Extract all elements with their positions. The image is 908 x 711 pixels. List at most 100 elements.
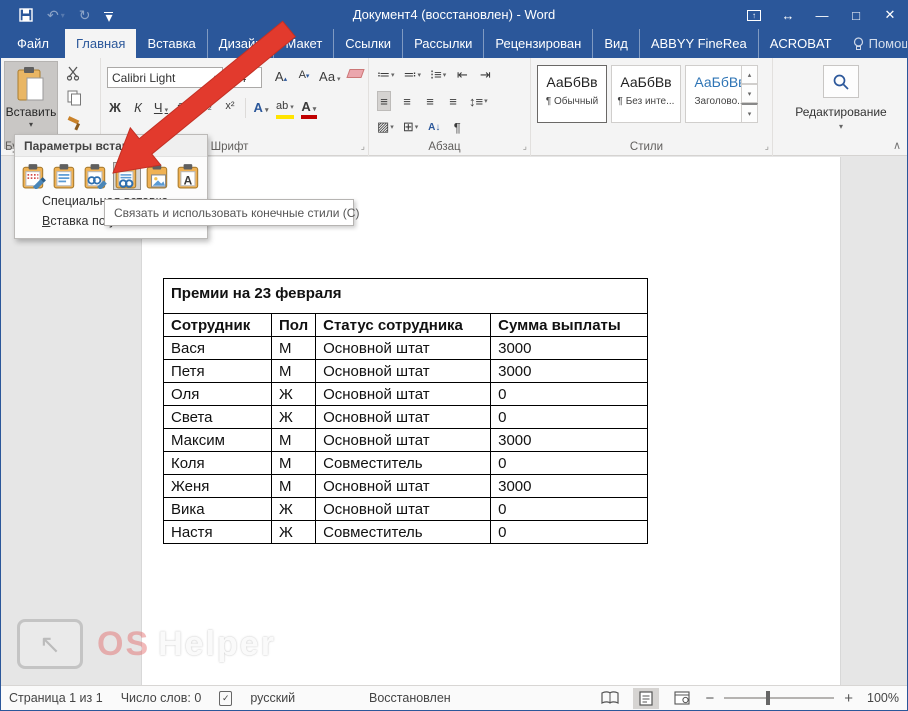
paragraph-group-label: Абзац [369, 141, 520, 153]
font-dialog-launcher[interactable]: ⌟ [361, 141, 365, 152]
clear-formatting-icon[interactable] [348, 66, 364, 88]
justify-icon[interactable]: ≡ [446, 91, 460, 111]
tab-вид[interactable]: Вид [592, 29, 639, 58]
italic-icon[interactable]: К [130, 97, 146, 119]
status-page-number[interactable]: Страница 1 из 1 [9, 691, 103, 705]
status-word-count[interactable]: Число слов: 0 [121, 691, 202, 705]
pilcrow-icon[interactable]: ¶ [450, 117, 464, 137]
tab-файл[interactable]: Файл [1, 29, 65, 58]
tab-главная[interactable]: Главная [65, 29, 136, 58]
table-header-cell: Статус сотрудника [316, 314, 491, 337]
style-no-spacing[interactable]: АаБбВв ¶ Без инте... [611, 65, 681, 123]
copy-icon[interactable] [63, 89, 85, 107]
paste-link-keep-source-formatting-icon[interactable] [82, 162, 110, 190]
table-cell: Основной штат [316, 360, 491, 383]
borders-icon[interactable]: ⊞▾ [403, 117, 418, 137]
tab-макет[interactable]: Макет [273, 29, 333, 58]
multilevel-list-icon[interactable]: ⁝≡▾ [430, 65, 446, 85]
maximize-icon[interactable]: □ [839, 1, 873, 29]
resize-icon[interactable]: ↔ [771, 1, 805, 29]
underline-icon[interactable]: Ч▾ [153, 97, 169, 119]
shading-icon[interactable]: ▨▾ [377, 117, 394, 137]
superscript-icon[interactable]: x² [222, 97, 238, 119]
tab-abbyy-finerea[interactable]: ABBYY FineRea [639, 29, 758, 58]
align-center-icon[interactable]: ≡ [400, 91, 414, 111]
watermark: ↖ OS Helper [17, 619, 276, 669]
bonus-table[interactable]: Премии на 23 февраля СотрудникПолСтатус … [163, 278, 648, 544]
sort-icon[interactable]: А↓ [427, 117, 441, 137]
line-spacing-icon[interactable]: ↕≡▾ [469, 91, 488, 111]
tab-ссылки[interactable]: Ссылки [333, 29, 402, 58]
print-layout-icon[interactable] [633, 688, 659, 709]
strikethrough-icon[interactable]: ab [176, 97, 192, 119]
tab-рецензирован[interactable]: Рецензирован [483, 29, 592, 58]
table-cell: Ж [272, 406, 316, 429]
style-normal[interactable]: АаБбВв ¶ Обычный [537, 65, 607, 123]
ribbon-tab-row: ФайлГлавнаяВставкаДизайнМакетСсылкиРассы… [1, 29, 907, 58]
font-name-combo[interactable]: Calibri Light▾ [107, 67, 223, 88]
status-recovered[interactable]: Восстановлен [369, 691, 451, 705]
close-icon[interactable]: ✕ [873, 1, 907, 29]
zoom-out-icon[interactable]: − [705, 690, 714, 707]
word-window: ↶▾ ↻ ▾ Документ4 (восстановлен) - Word ↑… [0, 0, 908, 711]
table-row: ВикаЖОсновной штат0 [164, 498, 648, 521]
editing-group-label[interactable]: Редактирование [773, 105, 908, 119]
table-cell: Основной штат [316, 337, 491, 360]
highlight-color-icon[interactable]: ab▾ [276, 97, 294, 119]
paragraph-dialog-launcher[interactable]: ⌟ [523, 141, 527, 152]
tab-help[interactable]: Помощн [843, 29, 908, 58]
styles-scroll-up-icon[interactable]: ▴ [741, 65, 758, 84]
lightbulb-icon [853, 37, 864, 51]
bullets-icon[interactable]: ≔▾ [377, 65, 395, 85]
tab-рассылки[interactable]: Рассылки [402, 29, 483, 58]
subscript-icon[interactable]: x₂ [199, 97, 215, 119]
paste-use-destination-styles-icon[interactable] [51, 162, 79, 190]
text-effects-icon[interactable]: А▾ [253, 97, 269, 119]
table-cell: Вася [164, 337, 272, 360]
table-row: ВасяМОсновной штат3000 [164, 337, 648, 360]
decrease-indent-icon[interactable]: ⇤ [455, 65, 469, 85]
paste-keep-source-formatting-icon[interactable] [20, 162, 48, 190]
numbering-icon[interactable]: ≕▾ [404, 65, 422, 85]
font-color-icon[interactable]: А▾ [301, 97, 317, 119]
watermark-os: OS [97, 625, 150, 664]
collapse-ribbon-icon[interactable]: ∧ [893, 139, 901, 152]
styles-more-icon[interactable]: ▾ [741, 103, 758, 123]
proofing-icon[interactable]: ✓ [219, 691, 232, 706]
web-layout-icon[interactable] [669, 688, 695, 709]
minimize-icon[interactable]: — [805, 1, 839, 29]
zoom-percentage[interactable]: 100% [863, 691, 899, 705]
styles-dialog-launcher[interactable]: ⌟ [765, 141, 769, 152]
align-left-icon[interactable]: ≡ [377, 91, 391, 111]
increase-indent-icon[interactable]: ⇥ [478, 65, 492, 85]
editing-chevron-down-icon[interactable]: ▾ [773, 122, 908, 131]
zoom-slider-thumb[interactable] [766, 691, 770, 705]
tab-дизайн[interactable]: Дизайн [207, 29, 274, 58]
table-cell: Основной штат [316, 383, 491, 406]
tab-вставка[interactable]: Вставка [136, 29, 206, 58]
status-language[interactable]: русский [250, 691, 295, 705]
grow-font-icon[interactable]: А▴ [273, 66, 289, 88]
paste-keep-text-only-icon[interactable]: А [175, 162, 203, 190]
table-title: Премии на 23 февраля [164, 279, 648, 314]
find-button[interactable] [823, 65, 859, 98]
font-size-combo[interactable]: 14 [228, 67, 262, 88]
format-painter-icon[interactable] [63, 114, 85, 132]
cut-icon[interactable] [63, 64, 85, 82]
paste-clipboard-icon [16, 66, 46, 102]
shrink-font-icon[interactable]: А▾ [296, 66, 312, 88]
paste-picture-icon[interactable] [144, 162, 172, 190]
zoom-in-icon[interactable]: + [844, 690, 853, 707]
table-row: ЖеняМОсновной штат3000 [164, 475, 648, 498]
table-cell: М [272, 429, 316, 452]
zoom-slider[interactable] [724, 697, 834, 699]
styles-scroll-down-icon[interactable]: ▾ [741, 84, 758, 103]
read-mode-icon[interactable] [597, 688, 623, 709]
tab-acrobat[interactable]: ACROBAT [758, 29, 843, 58]
change-case-icon[interactable]: Аа▾ [319, 66, 341, 88]
align-right-icon[interactable]: ≡ [423, 91, 437, 111]
paste-options-header: Параметры вставки: [15, 135, 207, 157]
paste-link-use-destination-styles-icon[interactable] [113, 162, 141, 190]
ribbon-display-options-icon[interactable]: ↑ [737, 1, 771, 29]
bold-icon[interactable]: Ж [107, 97, 123, 119]
